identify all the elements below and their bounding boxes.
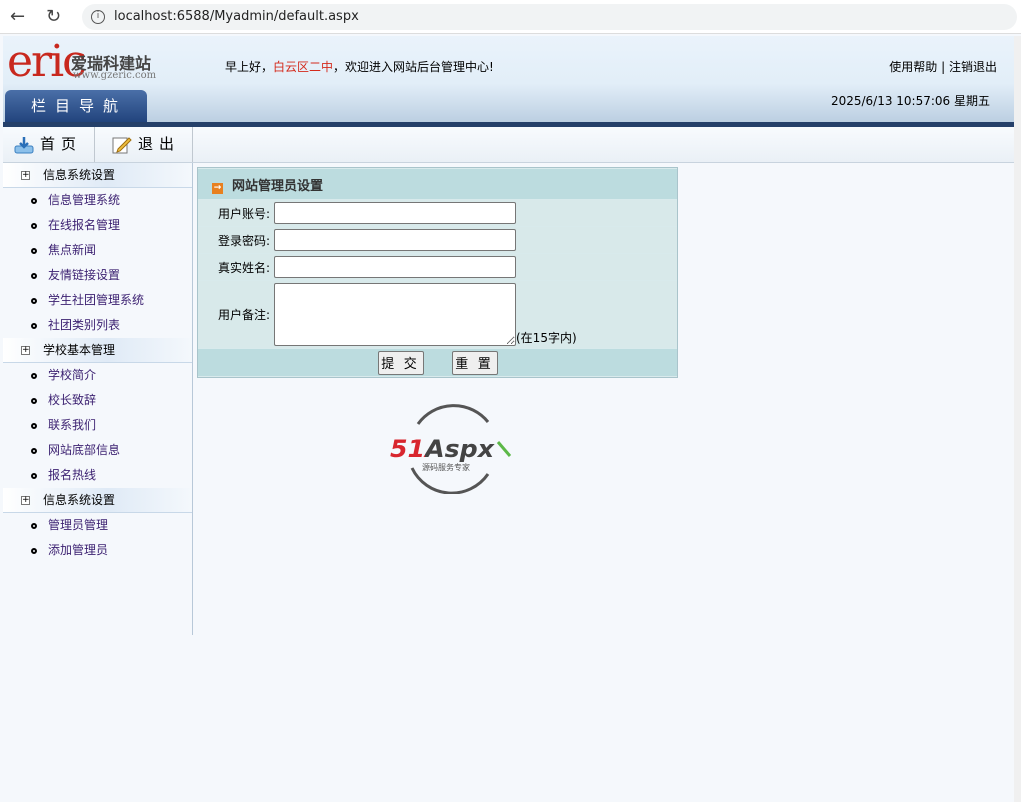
header-links: 使用帮助 | 注销退出 — [889, 58, 997, 75]
sidebar-item[interactable]: 学校简介 — [3, 363, 192, 388]
address-bar[interactable]: i localhost:6588/Myadmin/default.aspx — [82, 4, 1017, 30]
brand-tagline: 源码服务专家 — [422, 462, 470, 472]
info-icon[interactable]: i — [91, 10, 105, 24]
logo-url: www.gzeric.com — [73, 70, 157, 81]
sidebar-group[interactable]: + 学校基本管理 — [3, 338, 192, 363]
sidebar-item[interactable]: 友情链接设置 — [3, 263, 192, 288]
sidebar-item[interactable]: 信息管理系统 — [3, 188, 192, 213]
bullet-icon — [31, 322, 37, 329]
arrow-right-icon: → — [212, 182, 223, 194]
submit-button[interactable]: 提 交 — [377, 350, 424, 375]
sidebar-group-title: 学校基本管理 — [43, 343, 116, 357]
logout-link[interactable]: 注销退出 — [949, 60, 997, 74]
url-text: localhost:6588/Myadmin/default.aspx — [114, 9, 359, 24]
toolbar: 首页 退出 — [3, 127, 1014, 163]
sidebar-item[interactable]: 在线报名管理 — [3, 213, 192, 238]
bullet-icon — [31, 272, 37, 279]
exit-label: 退出 — [138, 135, 181, 153]
form-title: 网站管理员设置 — [232, 178, 324, 194]
51aspx-logo: 51Aspx 源码服务专家 — [390, 404, 512, 494]
scrollbar[interactable] — [1014, 36, 1021, 802]
password-input[interactable] — [274, 229, 516, 251]
sidebar-group[interactable]: + 信息系统设置 — [3, 488, 192, 513]
password-label: 登录密码: — [198, 227, 274, 253]
sidebar-item-label: 报名热线 — [48, 468, 97, 482]
sidebar-item-label: 管理员管理 — [48, 518, 109, 532]
bullet-icon — [31, 397, 37, 404]
sidebar-item[interactable]: 添加管理员 — [3, 538, 192, 563]
bullet-icon — [31, 247, 37, 254]
bullet-icon — [31, 197, 37, 204]
sidebar-item[interactable]: 学生社团管理系统 — [3, 288, 192, 313]
greeting-pre: 早上好， — [225, 60, 274, 74]
form-header: → 网站管理员设置 — [198, 169, 677, 199]
help-link[interactable]: 使用帮助 — [889, 60, 937, 74]
home-label: 首页 — [40, 135, 83, 153]
exit-button[interactable]: 退出 — [95, 127, 193, 162]
link-separator: | — [937, 60, 949, 74]
sidebar-item-label: 信息管理系统 — [48, 193, 121, 207]
sidebar-item-label: 学生社团管理系统 — [48, 293, 145, 307]
sidebar-item-label: 学校简介 — [48, 368, 97, 382]
sidebar-item[interactable]: 管理员管理 — [3, 513, 192, 538]
bullet-icon — [31, 222, 37, 229]
admin-settings-form: → 网站管理员设置 用户账号: 登录密码: 真实姓名: 用户备注: (在15字内) … — [197, 167, 678, 378]
bullet-icon — [31, 447, 37, 454]
sidebar-item-label: 在线报名管理 — [48, 218, 121, 232]
sidebar-item-label: 焦点新闻 — [48, 243, 97, 257]
sidebar-item[interactable]: 社团类别列表 — [3, 313, 192, 338]
expand-icon[interactable]: + — [21, 346, 30, 355]
bullet-icon — [31, 422, 37, 429]
sidebar-group-title: 信息系统设置 — [43, 168, 116, 182]
greeting-post: ，欢迎进入网站后台管理中心! — [333, 60, 494, 74]
download-icon — [14, 136, 34, 153]
edit-icon — [112, 136, 132, 153]
expand-icon[interactable]: + — [21, 171, 30, 180]
bullet-icon — [31, 522, 37, 529]
sidebar-item-label: 添加管理员 — [48, 543, 109, 557]
sidebar-item[interactable]: 焦点新闻 — [3, 238, 192, 263]
sidebar-item-label: 校长致辞 — [48, 393, 97, 407]
back-icon[interactable]: ← — [10, 6, 25, 27]
bullet-icon — [31, 472, 37, 479]
account-label: 用户账号: — [198, 200, 274, 226]
realname-label: 真实姓名: — [198, 254, 274, 280]
remark-textarea[interactable] — [274, 283, 516, 346]
datetime: 2025/6/13 10:57:06 星期五 — [830, 94, 990, 108]
remark-label: 用户备注: — [198, 281, 274, 348]
sidebar-item[interactable]: 网站底部信息 — [3, 438, 192, 463]
greeting-name: 白云区二中 — [273, 60, 334, 74]
reload-icon[interactable]: ↻ — [46, 6, 61, 27]
sidebar-item[interactable]: 校长致辞 — [3, 388, 192, 413]
remark-hint: (在15字内) — [516, 331, 577, 345]
sidebar-item-label: 网站底部信息 — [48, 443, 121, 457]
admin-page: eric 爱瑞科建站 www.gzeric.com 栏目导航 早上好，白云区二中… — [3, 36, 1014, 802]
sidebar-group[interactable]: + 信息系统设置 — [3, 163, 192, 188]
account-input[interactable] — [274, 202, 516, 224]
sidebar-item-label: 友情链接设置 — [48, 268, 121, 282]
header: eric 爱瑞科建站 www.gzeric.com 栏目导航 早上好，白云区二中… — [3, 36, 1014, 122]
home-button[interactable]: 首页 — [3, 127, 95, 162]
sidebar-item-label: 社团类别列表 — [48, 318, 121, 332]
brand-name: 51Aspx — [390, 435, 496, 463]
nav-tab: 栏目导航 — [5, 90, 147, 122]
realname-input[interactable] — [274, 256, 516, 278]
reset-button[interactable]: 重 置 — [451, 350, 498, 375]
expand-icon[interactable]: + — [21, 496, 30, 505]
bullet-icon — [31, 297, 37, 304]
sidebar-item[interactable]: 联系我们 — [3, 413, 192, 438]
bullet-icon — [31, 372, 37, 379]
sidebar-item[interactable]: 报名热线 — [3, 463, 192, 488]
greeting: 早上好，白云区二中，欢迎进入网站后台管理中心! — [225, 58, 494, 75]
bullet-icon — [31, 547, 37, 554]
sidebar-item-label: 联系我们 — [48, 418, 97, 432]
sidebar: + 信息系统设置 信息管理系统 在线报名管理 焦点新闻 友情链接设置 学生社团管理系统 社团类… — [3, 163, 193, 635]
browser-bar: ← ↻ i localhost:6588/Myadmin/default.aspx — [0, 0, 1021, 34]
sidebar-group-title: 信息系统设置 — [43, 493, 116, 507]
